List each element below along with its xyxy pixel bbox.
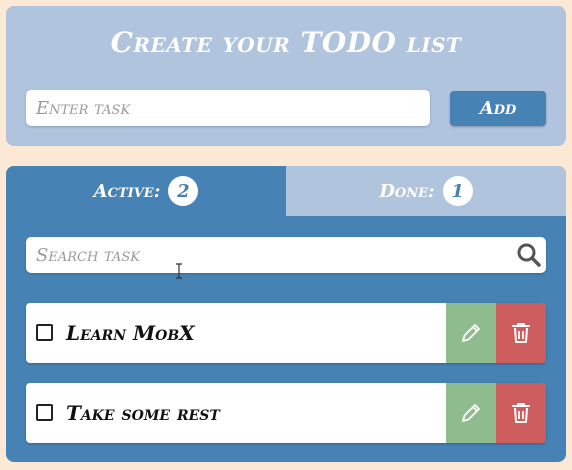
task-checkbox[interactable] (36, 324, 53, 341)
add-button[interactable]: Add (450, 91, 546, 126)
delete-button[interactable] (496, 303, 546, 363)
edit-button[interactable] (446, 303, 496, 363)
task-list-panel: Active: 2 Done: 1 Learn MobX (6, 166, 566, 462)
delete-button[interactable] (496, 383, 546, 443)
search-icon[interactable] (516, 242, 542, 268)
search-input[interactable] (26, 237, 496, 273)
task-label: Learn MobX (66, 321, 195, 345)
tab-done-label: Done: (379, 180, 435, 202)
task-row: Take some rest (26, 383, 546, 443)
edit-button[interactable] (446, 383, 496, 443)
pencil-icon (462, 404, 480, 422)
trash-icon (512, 403, 530, 423)
task-input[interactable] (26, 90, 430, 126)
text-cursor-icon (176, 263, 182, 279)
task-checkbox[interactable] (36, 404, 53, 421)
tab-active[interactable]: Active: 2 (6, 166, 286, 216)
page-title: Create your TODO list (110, 26, 462, 59)
search-box (26, 237, 546, 273)
tab-done[interactable]: Done: 1 (286, 166, 566, 216)
trash-icon (512, 323, 530, 343)
active-count-badge: 2 (168, 176, 199, 206)
done-count-badge: 1 (442, 176, 473, 206)
tab-active-label: Active: (93, 180, 161, 202)
create-task-panel: Create your TODO list Add (6, 6, 566, 146)
task-label: Take some rest (66, 401, 220, 425)
pencil-icon (462, 324, 480, 342)
task-row: Learn MobX (26, 303, 546, 363)
